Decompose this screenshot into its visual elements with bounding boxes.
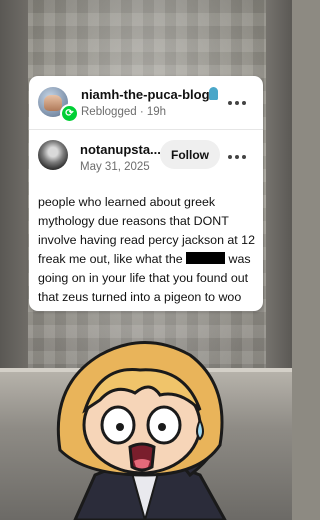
reblog-meta: Reblogged · 19h	[81, 106, 167, 118]
follow-button[interactable]: Follow	[160, 140, 220, 169]
post-body-text: people who learned about greek mythology…	[38, 193, 260, 311]
cartoon-character-illustration	[56, 341, 227, 520]
original-post-header: notanupsta... May 31, 2025 Follow	[29, 130, 263, 186]
reblog-icon: ⟳	[60, 104, 79, 123]
ghost-icon	[209, 87, 218, 100]
op-blog-name[interactable]: notanupsta...	[80, 142, 161, 157]
reblogger-blog-name[interactable]: niamh-the-puca-blog	[81, 87, 210, 102]
reblog-header: ⟳ niamh-the-puca-blog Reblogged · 19h	[29, 76, 263, 130]
op-post-date: May 31, 2025	[80, 161, 150, 173]
redacted-word	[186, 252, 226, 264]
post-card: ⟳ niamh-the-puca-blog Reblogged · 19h no…	[29, 76, 263, 311]
op-avatar[interactable]	[38, 140, 68, 170]
more-horizontal-icon[interactable]	[228, 154, 246, 160]
more-horizontal-icon[interactable]	[228, 100, 246, 106]
